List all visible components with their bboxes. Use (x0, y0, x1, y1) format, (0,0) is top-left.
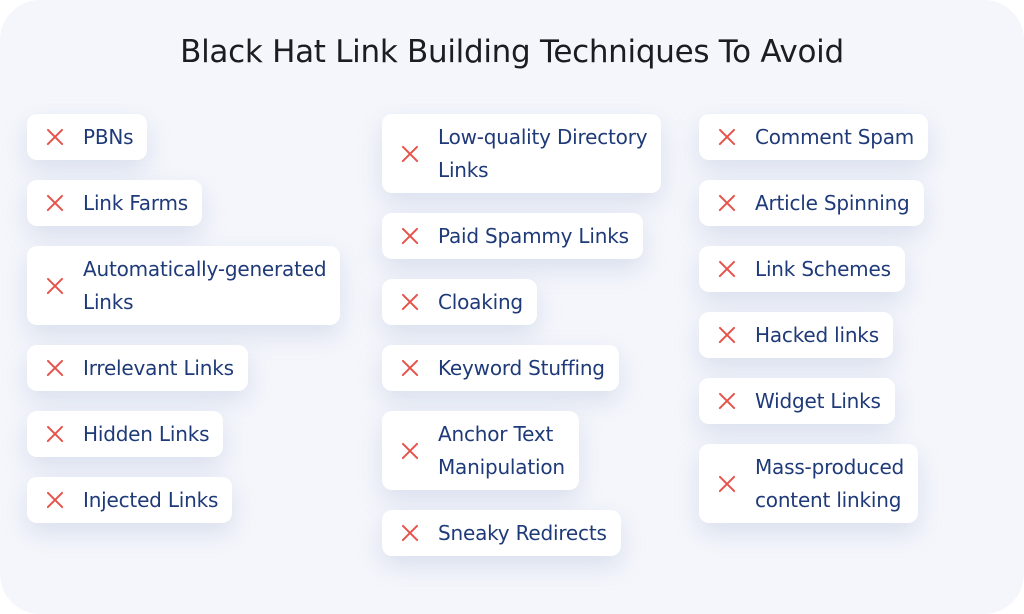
technique-card: Sneaky Redirects (382, 510, 621, 556)
close-x-icon (717, 325, 737, 345)
close-x-icon (45, 490, 65, 510)
close-x-icon (45, 193, 65, 213)
close-x-icon (45, 276, 65, 296)
technique-label: Cloaking (438, 289, 523, 314)
technique-label: Paid Spammy Links (438, 223, 629, 248)
close-x-icon (717, 474, 737, 494)
technique-card: Keyword Stuffing (382, 345, 619, 391)
technique-label: PBNs (83, 124, 134, 149)
close-x-icon (45, 358, 65, 378)
technique-label: Hacked links (755, 322, 879, 347)
close-x-icon (400, 226, 420, 246)
technique-card: Irrelevant Links (27, 345, 248, 391)
technique-card: Article Spinning (699, 180, 924, 226)
technique-label: Article Spinning (755, 190, 910, 215)
technique-card: Link Farms (27, 180, 203, 226)
technique-label: Injected Links (83, 487, 219, 512)
technique-label: Link Schemes (755, 256, 891, 281)
close-x-icon (717, 259, 737, 279)
column-2: Low-quality Directory Links Paid Spammy … (382, 114, 662, 556)
column-1: PBNs Link Farms Automatically-generated … (27, 114, 341, 523)
technique-card: Paid Spammy Links (382, 213, 643, 259)
technique-label: Hidden Links (83, 421, 210, 446)
technique-label: Mass-produced content linking (755, 454, 905, 512)
technique-card: Hacked links (699, 312, 893, 358)
technique-card: Mass-produced content linking (699, 444, 919, 523)
close-x-icon (45, 424, 65, 444)
close-x-icon (717, 127, 737, 147)
column-3: Comment Spam Article Spinning Link Schem… (699, 114, 929, 523)
technique-label: Irrelevant Links (83, 355, 234, 380)
technique-label: Automatically-generated Links (83, 256, 327, 314)
technique-label: Widget Links (755, 388, 881, 413)
close-x-icon (400, 441, 420, 461)
technique-label: Link Farms (83, 190, 189, 215)
close-x-icon (400, 144, 420, 164)
technique-card: Automatically-generated Links (27, 246, 341, 325)
technique-card: Widget Links (699, 378, 895, 424)
close-x-icon (45, 127, 65, 147)
page-title: Black Hat Link Building Techniques To Av… (180, 34, 844, 70)
technique-card: Anchor Text Manipulation (382, 411, 579, 490)
technique-card: Cloaking (382, 279, 537, 325)
technique-label: Sneaky Redirects (438, 520, 607, 545)
technique-card: Injected Links (27, 477, 233, 523)
close-x-icon (400, 292, 420, 312)
close-x-icon (717, 391, 737, 411)
close-x-icon (400, 523, 420, 543)
technique-label: Anchor Text Manipulation (438, 421, 565, 479)
technique-card: PBNs (27, 114, 148, 160)
close-x-icon (717, 193, 737, 213)
technique-card: Comment Spam (699, 114, 929, 160)
technique-label: Keyword Stuffing (438, 355, 605, 380)
technique-label: Low-quality Directory Links (438, 124, 648, 182)
technique-card: Link Schemes (699, 246, 905, 292)
close-x-icon (400, 358, 420, 378)
technique-card: Hidden Links (27, 411, 224, 457)
technique-card: Low-quality Directory Links (382, 114, 662, 193)
technique-label: Comment Spam (755, 124, 915, 149)
